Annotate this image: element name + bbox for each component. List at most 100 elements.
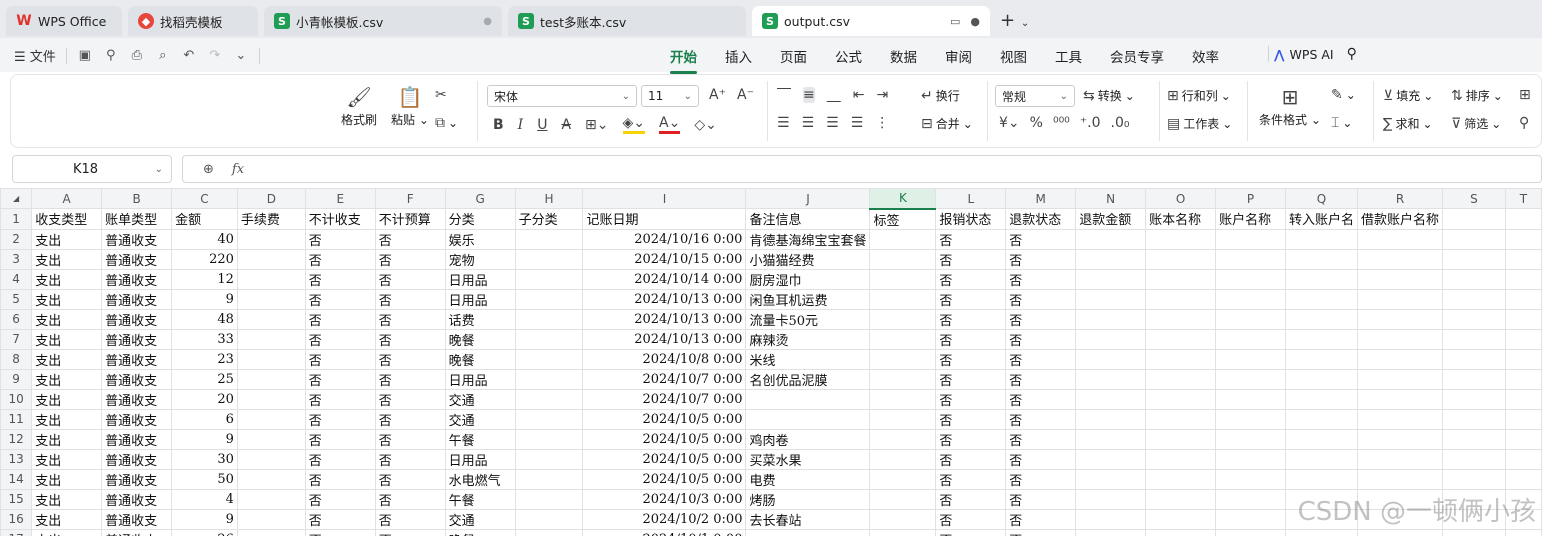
cell-g13[interactable]: 日用品 — [444, 448, 516, 470]
cell-j8[interactable]: 米线 — [745, 348, 871, 370]
cell-s8[interactable] — [1442, 348, 1506, 370]
cell-m11[interactable]: 否 — [1005, 408, 1077, 430]
cell-e2[interactable]: 否 — [304, 228, 376, 250]
column-header-e[interactable]: E — [304, 188, 376, 209]
cell-h9[interactable] — [514, 368, 584, 390]
chevron-down-icon[interactable]: ⌄ — [233, 48, 249, 64]
cell-k17[interactable] — [869, 528, 937, 536]
cell-n1[interactable]: 退款金额 — [1075, 208, 1147, 230]
cell-q5[interactable] — [1284, 288, 1359, 310]
share-icon[interactable]: ⚲ — [103, 48, 119, 64]
cell-o14[interactable] — [1145, 468, 1217, 490]
cell-i8[interactable]: 2024/10/8 0:00 — [582, 348, 747, 370]
cell-r6[interactable] — [1357, 308, 1444, 330]
align-right-icon[interactable]: ☰ — [826, 115, 839, 131]
cell-i10[interactable]: 2024/10/7 0:00 — [582, 388, 747, 410]
cell-j15[interactable]: 烤肠 — [745, 488, 871, 510]
cell-a10[interactable]: 支出 — [31, 388, 103, 410]
cell-h12[interactable] — [514, 428, 584, 450]
cell-m7[interactable]: 否 — [1005, 328, 1077, 350]
cell-l9[interactable]: 否 — [935, 368, 1007, 390]
column-header-o[interactable]: O — [1145, 188, 1217, 209]
cut-button[interactable]: ✂ — [435, 87, 447, 103]
cell-p15[interactable] — [1215, 488, 1286, 510]
cell-o3[interactable] — [1145, 248, 1217, 270]
cell-i9[interactable]: 2024/10/7 0:00 — [582, 368, 747, 390]
cell-n15[interactable] — [1075, 488, 1147, 510]
cell-l1[interactable]: 报销状态 — [935, 208, 1007, 230]
row-header[interactable]: 15 — [0, 488, 33, 510]
cell-g15[interactable]: 午餐 — [444, 488, 516, 510]
thousands-icon[interactable]: ⁰⁰⁰ — [1053, 115, 1070, 131]
bold-button[interactable]: B — [493, 117, 504, 133]
cell-o4[interactable] — [1145, 268, 1217, 290]
column-header-c[interactable]: C — [171, 188, 238, 209]
cell-l17[interactable]: 否 — [935, 528, 1007, 536]
cell-a17[interactable]: 支出 — [31, 528, 103, 536]
cell-l11[interactable]: 否 — [935, 408, 1007, 430]
sort-button[interactable]: ⇅ 排序 ⌄ — [1451, 87, 1503, 104]
cell-k2[interactable] — [869, 228, 937, 250]
cell-r13[interactable] — [1357, 448, 1444, 470]
cell-e16[interactable]: 否 — [304, 508, 376, 530]
cell-f11[interactable]: 否 — [374, 408, 446, 430]
print-icon[interactable]: ⎙ — [129, 48, 145, 64]
column-header-i[interactable]: I — [582, 188, 747, 209]
cell-m4[interactable]: 否 — [1005, 268, 1077, 290]
cell-o17[interactable] — [1145, 528, 1217, 536]
cell-l2[interactable]: 否 — [935, 228, 1007, 250]
cell-p17[interactable] — [1215, 528, 1286, 536]
decrease-font-button[interactable]: A⁻ — [737, 87, 754, 103]
cell-f8[interactable]: 否 — [374, 348, 446, 370]
cell-o11[interactable] — [1145, 408, 1217, 430]
cell-b11[interactable]: 普通收支 — [101, 408, 173, 430]
cell-g14[interactable]: 水电燃气 — [444, 468, 516, 490]
fill-color-button[interactable]: ◈⌄ — [622, 115, 645, 134]
cell-r9[interactable] — [1357, 368, 1444, 390]
cell-h5[interactable] — [514, 288, 584, 310]
cell-p7[interactable] — [1215, 328, 1286, 350]
cell-k15[interactable] — [869, 488, 937, 510]
row-header[interactable]: 7 — [0, 328, 33, 350]
cell-o16[interactable] — [1145, 508, 1217, 530]
cell-e10[interactable]: 否 — [304, 388, 376, 410]
cell-p6[interactable] — [1215, 308, 1286, 330]
cell-f13[interactable]: 否 — [374, 448, 446, 470]
menu-file-button[interactable]: ☰ 文件 — [14, 46, 56, 65]
cell-m14[interactable]: 否 — [1005, 468, 1077, 490]
row-header[interactable]: 13 — [0, 448, 33, 470]
row-header[interactable]: 1 — [0, 208, 33, 230]
cell-t14[interactable] — [1504, 468, 1542, 490]
cell-a12[interactable]: 支出 — [31, 428, 103, 450]
cell-m17[interactable]: 否 — [1005, 528, 1077, 536]
cell-c3[interactable]: 220 — [171, 248, 238, 270]
cell-d11[interactable] — [236, 408, 306, 430]
find-button[interactable]: ⚲ — [1519, 115, 1529, 131]
cell-s17[interactable] — [1442, 528, 1506, 536]
cell-m13[interactable]: 否 — [1005, 448, 1077, 470]
cell-h4[interactable] — [514, 268, 584, 290]
cell-o12[interactable] — [1145, 428, 1217, 450]
cell-f17[interactable]: 否 — [374, 528, 446, 536]
cell-a2[interactable]: 支出 — [31, 228, 103, 250]
cell-c6[interactable]: 48 — [171, 308, 238, 330]
column-header-t[interactable]: T — [1504, 188, 1542, 209]
cell-d12[interactable] — [236, 428, 306, 450]
cell-n7[interactable] — [1075, 328, 1147, 350]
row-header[interactable]: 8 — [0, 348, 33, 370]
cell-i11[interactable]: 2024/10/5 0:00 — [582, 408, 747, 430]
cell-l12[interactable]: 否 — [935, 428, 1007, 450]
cell-t5[interactable] — [1504, 288, 1542, 310]
chevron-down-icon[interactable]: ⌄ — [155, 164, 163, 175]
cell-q4[interactable] — [1284, 268, 1359, 290]
cell-e12[interactable]: 否 — [304, 428, 376, 450]
cell-q9[interactable] — [1284, 368, 1359, 390]
cell-m8[interactable]: 否 — [1005, 348, 1077, 370]
cell-n12[interactable] — [1075, 428, 1147, 450]
font-name-select[interactable]: 宋体 ⌄ — [487, 85, 637, 107]
cell-t13[interactable] — [1504, 448, 1542, 470]
cell-m5[interactable]: 否 — [1005, 288, 1077, 310]
column-header-g[interactable]: G — [444, 188, 516, 209]
cell-j5[interactable]: 闲鱼耳机运费 — [745, 288, 871, 310]
cell-g17[interactable]: 晚餐 — [444, 528, 516, 536]
